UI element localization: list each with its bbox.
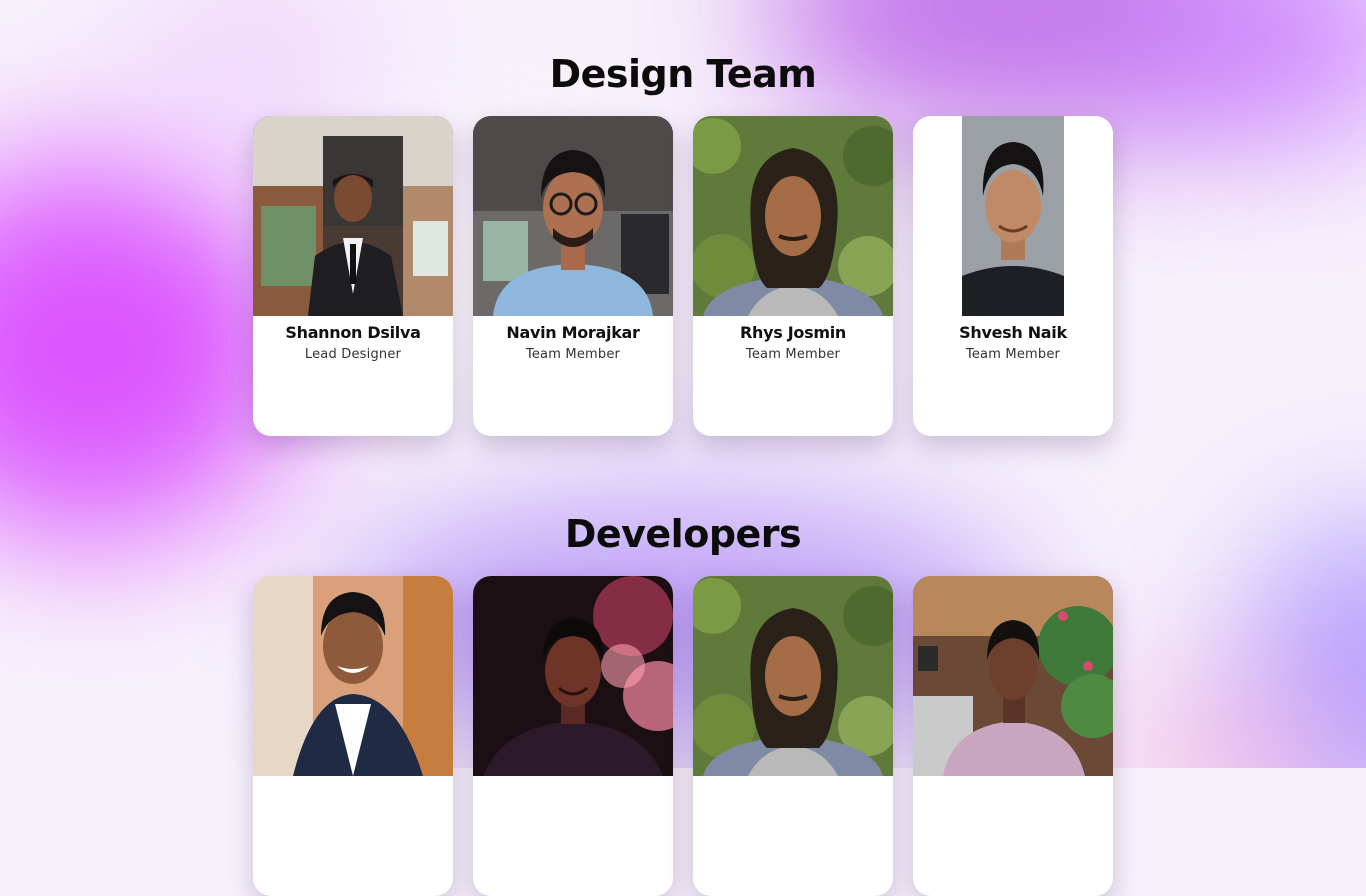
developers-row: [253, 576, 1113, 896]
member-photo: [913, 116, 1113, 316]
member-photo: [693, 576, 893, 776]
member-name: Shvesh Naik: [959, 323, 1067, 342]
member-photo: [253, 576, 453, 776]
team-card: Shvesh Naik Team Member: [913, 116, 1113, 436]
member-photo: [473, 576, 673, 776]
team-card: [693, 576, 893, 896]
member-photo: [253, 116, 453, 316]
member-role: Team Member: [965, 347, 1061, 362]
member-photo: [913, 576, 1113, 776]
team-card: [253, 576, 453, 896]
section-title-developers: Developers: [564, 512, 802, 556]
member-role: Lead Designer: [304, 347, 402, 362]
team-card: [913, 576, 1113, 896]
member-name: Navin Morajkar: [506, 323, 640, 342]
team-card: Rhys Josmin Team Member: [693, 116, 893, 436]
section-title-design-team: Design Team: [549, 52, 817, 96]
team-card: Shannon Dsilva Lead Designer: [253, 116, 453, 436]
team-card: Navin Morajkar Team Member: [473, 116, 673, 436]
member-role: Team Member: [525, 347, 621, 362]
member-photo: [473, 116, 673, 316]
member-name: Shannon Dsilva: [285, 323, 421, 342]
member-photo: [693, 116, 893, 316]
team-card: [473, 576, 673, 896]
member-role: Team Member: [745, 347, 841, 362]
design-team-row: Shannon Dsilva Lead Designer Navin Moraj…: [253, 116, 1113, 436]
member-name: Rhys Josmin: [740, 323, 846, 342]
